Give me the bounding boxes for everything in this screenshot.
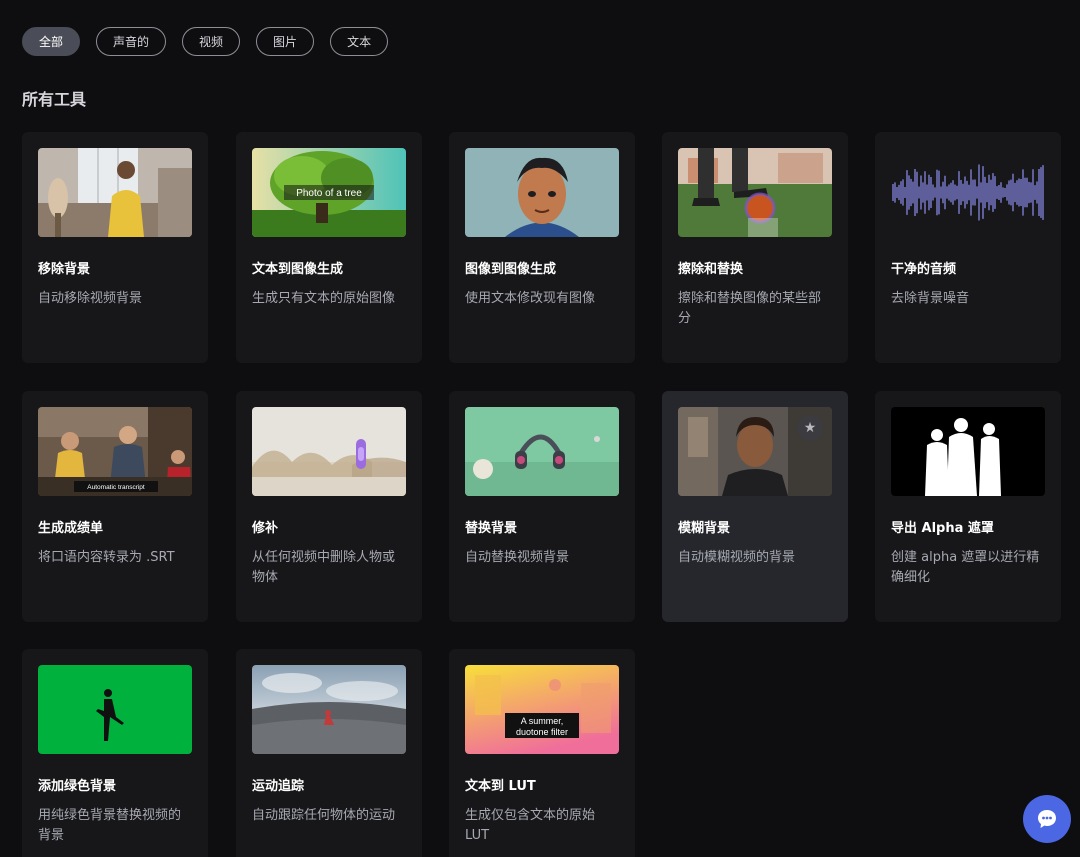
thumbnail-motion-tracking bbox=[252, 665, 406, 754]
thumbnail-clean-audio bbox=[891, 148, 1045, 237]
filter-text[interactable]: 文本 bbox=[330, 27, 389, 56]
tool-card-clean-audio[interactable]: 干净的音频 去除背景噪音 bbox=[875, 132, 1061, 363]
card-title: 修补 bbox=[252, 521, 279, 536]
card-description: 生成仅包含文本的原始LUT bbox=[465, 808, 596, 843]
card-title: 添加绿色背景 bbox=[38, 779, 117, 794]
card-description: 自动移除视频背景 bbox=[38, 291, 143, 306]
tool-card-green-screen[interactable]: 添加绿色背景 用纯绿色背景替换视频的背景 bbox=[22, 649, 208, 857]
tool-card-replace-background[interactable]: 替换背景 自动替换视频背景 bbox=[449, 391, 635, 622]
card-title: 文本到 LUT bbox=[465, 779, 536, 794]
card-title: 移除背景 bbox=[38, 262, 91, 277]
card-title: 图像到图像生成 bbox=[465, 262, 557, 277]
overlay-caption: Photo of a tree bbox=[296, 188, 362, 199]
thumbnail-inpaint bbox=[252, 407, 406, 496]
card-title: 文本到图像生成 bbox=[252, 262, 344, 277]
card-description: 自动替换视频背景 bbox=[465, 550, 570, 565]
card-description: 去除背景噪音 bbox=[891, 291, 970, 306]
card-description: 用纯绿色背景替换视频的背景 bbox=[38, 808, 182, 843]
filter-bar: 全部 声音的 视频 图片 文本 bbox=[22, 27, 389, 56]
tool-card-text-to-image[interactable]: Photo of a tree 文本到图像生成 生成只有文本的原始图像 bbox=[236, 132, 422, 363]
card-description: 擦除和替换图像的某些部分 bbox=[678, 291, 822, 326]
overlay-caption-line-1: A summer, bbox=[521, 716, 564, 726]
thumbnail-blur-background: ★ bbox=[678, 407, 832, 496]
card-title: 生成成绩单 bbox=[38, 521, 104, 536]
tools-page: 全部 声音的 视频 图片 文本 所有工具 移除背景 自动移除视频背景 Photo… bbox=[0, 0, 1080, 857]
chat-bubble-icon bbox=[1038, 810, 1056, 828]
tool-card-export-alpha-matte[interactable]: 导出 Alpha 遮罩 创建 alpha 遮罩以进行精确细化 bbox=[875, 391, 1061, 622]
section-title: 所有工具 bbox=[22, 90, 87, 109]
tool-card-generate-transcript[interactable]: Automatic transcript 生成成绩单 将口语内容转录为 .SRT bbox=[22, 391, 208, 622]
thumbnail-text-to-image: Photo of a tree bbox=[252, 148, 406, 237]
thumbnail-remove-background bbox=[38, 148, 192, 237]
tool-card-inpaint[interactable]: 修补 从任何视频中删除人物或物体 bbox=[236, 391, 422, 622]
filter-video[interactable]: 视频 bbox=[182, 27, 241, 56]
thumbnail-image-to-image bbox=[465, 148, 619, 237]
filter-audio[interactable]: 声音的 bbox=[96, 27, 167, 56]
thumbnail-replace-background bbox=[465, 407, 619, 496]
chat-support-button[interactable] bbox=[1023, 795, 1071, 843]
card-title: 擦除和替换 bbox=[678, 262, 744, 277]
star-icon[interactable]: ★ bbox=[797, 415, 823, 441]
tool-card-remove-background[interactable]: 移除背景 自动移除视频背景 bbox=[22, 132, 208, 363]
card-description: 使用文本修改现有图像 bbox=[465, 291, 596, 306]
card-description: 自动模糊视频的背景 bbox=[678, 550, 796, 565]
card-title: 导出 Alpha 遮罩 bbox=[891, 521, 994, 536]
tool-card-text-to-lut[interactable]: A summer, duotone filter 文本到 LUT 生成仅包含文本… bbox=[449, 649, 635, 857]
card-title: 替换背景 bbox=[465, 521, 518, 536]
tool-card-erase-replace[interactable]: 擦除和替换 擦除和替换图像的某些部分 bbox=[662, 132, 848, 363]
filter-image[interactable]: 图片 bbox=[256, 27, 315, 56]
card-title: 运动追踪 bbox=[252, 779, 305, 794]
overlay-caption-line-2: duotone filter bbox=[516, 727, 568, 737]
card-description: 自动跟踪任何物体的运动 bbox=[252, 808, 396, 823]
card-title: 干净的音频 bbox=[891, 262, 957, 277]
thumbnail-green-screen bbox=[38, 665, 192, 754]
card-description: 从任何视频中删除人物或物体 bbox=[252, 550, 396, 585]
thumbnail-erase-replace bbox=[678, 148, 832, 237]
tool-card-blur-background[interactable]: ★ 模糊背景 自动模糊视频的背景 bbox=[662, 391, 848, 622]
tool-card-motion-tracking[interactable]: 运动追踪 自动跟踪任何物体的运动 bbox=[236, 649, 422, 857]
overlay-caption: Automatic transcript bbox=[87, 484, 145, 491]
thumbnail-generate-transcript: Automatic transcript bbox=[38, 407, 192, 496]
filter-all[interactable]: 全部 bbox=[22, 27, 81, 56]
card-title: 模糊背景 bbox=[678, 521, 731, 536]
card-description: 生成只有文本的原始图像 bbox=[252, 291, 396, 306]
thumbnail-text-to-lut: A summer, duotone filter bbox=[465, 665, 619, 754]
card-description: 创建 alpha 遮罩以进行精确细化 bbox=[891, 550, 1040, 585]
card-description: 将口语内容转录为 .SRT bbox=[38, 550, 175, 565]
thumbnail-export-alpha-matte bbox=[891, 407, 1045, 496]
tool-card-image-to-image[interactable]: 图像到图像生成 使用文本修改现有图像 bbox=[449, 132, 635, 363]
